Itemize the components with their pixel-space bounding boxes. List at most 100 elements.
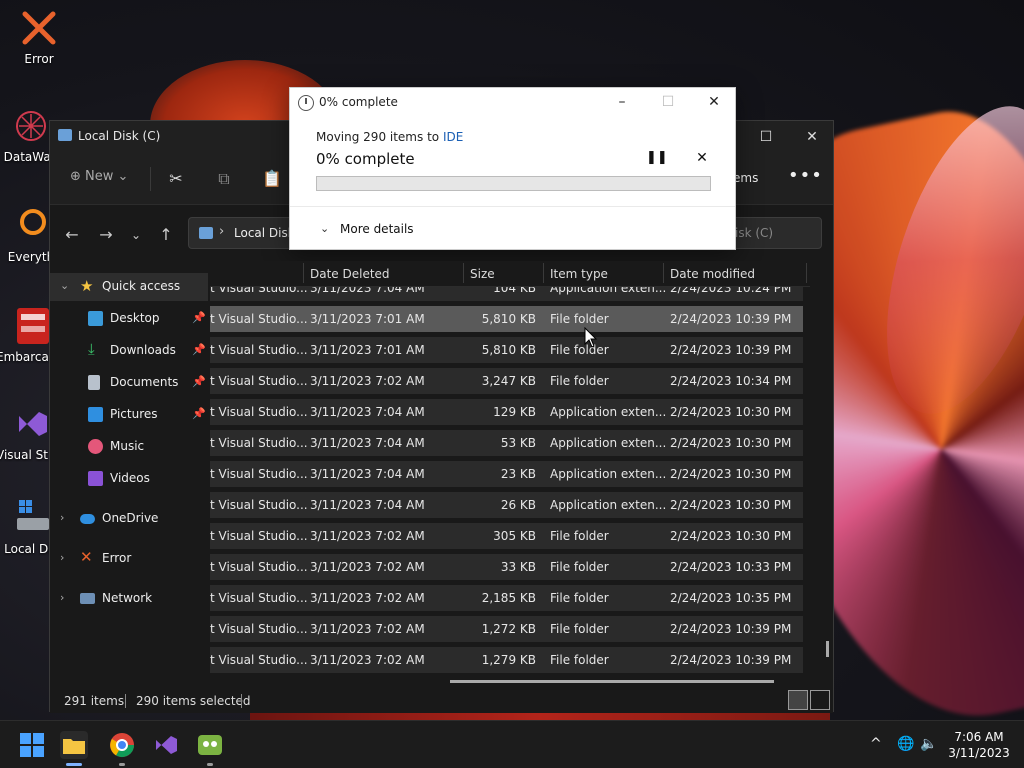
date-deleted-cell: 3/11/2023 7:02 AM: [310, 560, 425, 574]
status-divider: [241, 694, 242, 708]
column-header-item-type[interactable]: Item type: [550, 267, 608, 281]
date-modified-cell: 2/24/2023 10:30 PM: [670, 498, 792, 512]
network-icon: [80, 593, 95, 604]
recent-chevron-icon[interactable]: ⌄: [124, 223, 148, 247]
pin-icon[interactable]: 📌: [192, 343, 206, 356]
vertical-scrollbar[interactable]: [826, 641, 829, 657]
sidebar-item-documents[interactable]: Documents 📌: [50, 369, 208, 397]
chevron-down-icon[interactable]: ⌄: [320, 222, 329, 235]
item-type-cell: File folder: [550, 591, 609, 605]
details-view-icon[interactable]: [788, 690, 808, 710]
sidebar-item-music[interactable]: Music: [50, 433, 208, 461]
table-row[interactable]: t Visual Studio... 3/11/2023 7:02 AM 305 K…: [210, 523, 803, 549]
column-divider[interactable]: [663, 263, 664, 283]
date-deleted-cell: 3/11/2023 7:02 AM: [310, 591, 425, 605]
windows-start-icon[interactable]: [18, 731, 46, 759]
cloud-icon: [80, 514, 95, 524]
pin-icon[interactable]: 📌: [192, 407, 206, 420]
column-divider[interactable]: [303, 263, 304, 283]
cut-icon[interactable]: ✂: [164, 167, 188, 191]
column-divider[interactable]: [463, 263, 464, 283]
chrome-icon[interactable]: [108, 731, 136, 759]
column-header-size[interactable]: Size: [470, 267, 495, 281]
chevron-up-icon[interactable]: ^: [870, 736, 882, 752]
sidebar-item-onedrive[interactable]: › OneDrive: [50, 505, 208, 533]
more-options-button[interactable]: •••: [788, 165, 823, 186]
sidebar-item-label: Music: [110, 439, 145, 453]
globe-icon[interactable]: 🌐: [897, 736, 914, 752]
table-row[interactable]: t Visual Studio... 3/11/2023 7:04 AM 53 KB…: [210, 430, 803, 456]
table-row[interactable]: t Visual Studio... 3/11/2023 7:02 AM 3,247…: [210, 368, 803, 394]
chevron-right-icon: ›: [60, 511, 65, 524]
tiles-view-icon[interactable]: [810, 690, 830, 710]
item-type-cell: File folder: [550, 560, 609, 574]
sidebar-item-desktop[interactable]: Desktop 📌: [50, 305, 208, 333]
table-row[interactable]: t Visual Studio... 3/11/2023 7:04 AM 26 KB…: [210, 492, 803, 518]
system-clock[interactable]: 7:06 AM 3/11/2023: [944, 729, 1014, 761]
cancel-button[interactable]: ✕: [692, 150, 712, 170]
pause-button[interactable]: ❚❚: [646, 150, 668, 170]
visual-studio-icon[interactable]: [152, 731, 180, 759]
taskbar-explorer-button[interactable]: [60, 731, 88, 759]
error-x-icon: ✕: [80, 548, 93, 566]
up-arrow-icon[interactable]: ↑: [154, 223, 178, 247]
column-divider[interactable]: [806, 263, 807, 283]
paste-icon[interactable]: 📋: [260, 167, 284, 191]
copy-icon[interactable]: ⧉: [212, 167, 236, 191]
table-row[interactable]: t Visual Studio... 3/11/2023 7:04 AM 23 KB…: [210, 461, 803, 487]
date-modified-cell: 2/24/2023 10:33 PM: [670, 560, 792, 574]
mouse-cursor-icon: [584, 327, 598, 348]
table-row[interactable]: t Visual Studio... 3/11/2023 7:01 AM 5,810…: [210, 337, 803, 363]
sidebar-item-network[interactable]: › Network: [50, 585, 208, 613]
horizontal-scrollbar[interactable]: [450, 680, 774, 683]
back-arrow-icon[interactable]: ←: [60, 223, 84, 247]
maximize-button[interactable]: ☐: [743, 121, 789, 153]
file-list: Date Deleted Size Item type Date modifie…: [210, 261, 810, 681]
column-headers: Date Deleted Size Item type Date modifie…: [210, 261, 810, 287]
column-header-date-deleted[interactable]: Date Deleted: [310, 267, 390, 281]
close-button[interactable]: ✕: [692, 88, 736, 116]
sidebar-item-videos[interactable]: Videos: [50, 465, 208, 493]
pin-icon[interactable]: 📌: [192, 311, 206, 324]
drive-icon: [199, 227, 213, 239]
item-count: 291 items: [64, 694, 125, 708]
sidebar-item-quick-access[interactable]: ⌄ ★ Quick access: [50, 273, 208, 301]
new-button[interactable]: ⊕ New ⌄: [70, 169, 128, 184]
sidebar-item-error[interactable]: › ✕ Error: [50, 545, 208, 573]
active-app-indicator: [66, 763, 82, 766]
forward-arrow-icon[interactable]: →: [94, 223, 118, 247]
column-divider[interactable]: [543, 263, 544, 283]
sidebar-item-label: Pictures: [110, 407, 158, 421]
table-row[interactable]: t Visual Studio... 3/11/2023 7:04 AM 129 K…: [210, 399, 803, 425]
sidebar-item-label: Documents: [110, 375, 179, 389]
date-deleted-cell: 3/11/2023 7:02 AM: [310, 529, 425, 543]
date-modified-cell: 2/24/2023 10:39 PM: [670, 312, 792, 326]
selection-label[interactable]: ems: [733, 171, 758, 185]
table-row[interactable]: t Visual Studio... 3/11/2023 7:02 AM 33 KB…: [210, 554, 803, 580]
file-name-cell: t Visual Studio...: [210, 405, 308, 419]
column-header-date-modified[interactable]: Date modified: [670, 267, 755, 281]
file-name-cell: t Visual Studio...: [210, 343, 308, 357]
table-row[interactable]: t Visual Studio... 3/11/2023 7:02 AM 1,279…: [210, 647, 803, 673]
chevron-down-icon: ⌄: [117, 169, 129, 184]
chevron-right-icon: ›: [219, 224, 225, 239]
file-name-cell: t Visual Studio...: [210, 622, 308, 636]
table-row[interactable]: t Visual Studio... 3/11/2023 7:01 AM 5,810…: [210, 306, 803, 332]
item-type-cell: File folder: [550, 374, 609, 388]
table-row[interactable]: t Visual Studio... 3/11/2023 7:02 AM 2,185…: [210, 585, 803, 611]
destination-link[interactable]: IDE: [443, 130, 463, 144]
sidebar-item-pictures[interactable]: Pictures 📌: [50, 401, 208, 429]
search-magnifier-icon: [20, 209, 46, 235]
desktop-icon-error[interactable]: Error: [4, 8, 74, 66]
speaker-icon[interactable]: 🔈: [920, 736, 937, 752]
table-row[interactable]: t Visual Studio... 3/11/2023 7:02 AM 1,272…: [210, 616, 803, 642]
date-modified-cell: 2/24/2023 10:30 PM: [670, 436, 792, 450]
file-name-cell: t Visual Studio...: [210, 529, 308, 543]
more-details-button[interactable]: More details: [340, 222, 414, 236]
sidebar-item-downloads[interactable]: ⤓ Downloads 📌: [50, 337, 208, 365]
pin-icon[interactable]: 📌: [192, 375, 206, 388]
minimize-button[interactable]: –: [600, 88, 644, 116]
window-title: Local Disk (C): [78, 129, 161, 143]
close-button[interactable]: ✕: [789, 121, 835, 153]
devcpp-taskbar-icon[interactable]: [196, 731, 224, 759]
